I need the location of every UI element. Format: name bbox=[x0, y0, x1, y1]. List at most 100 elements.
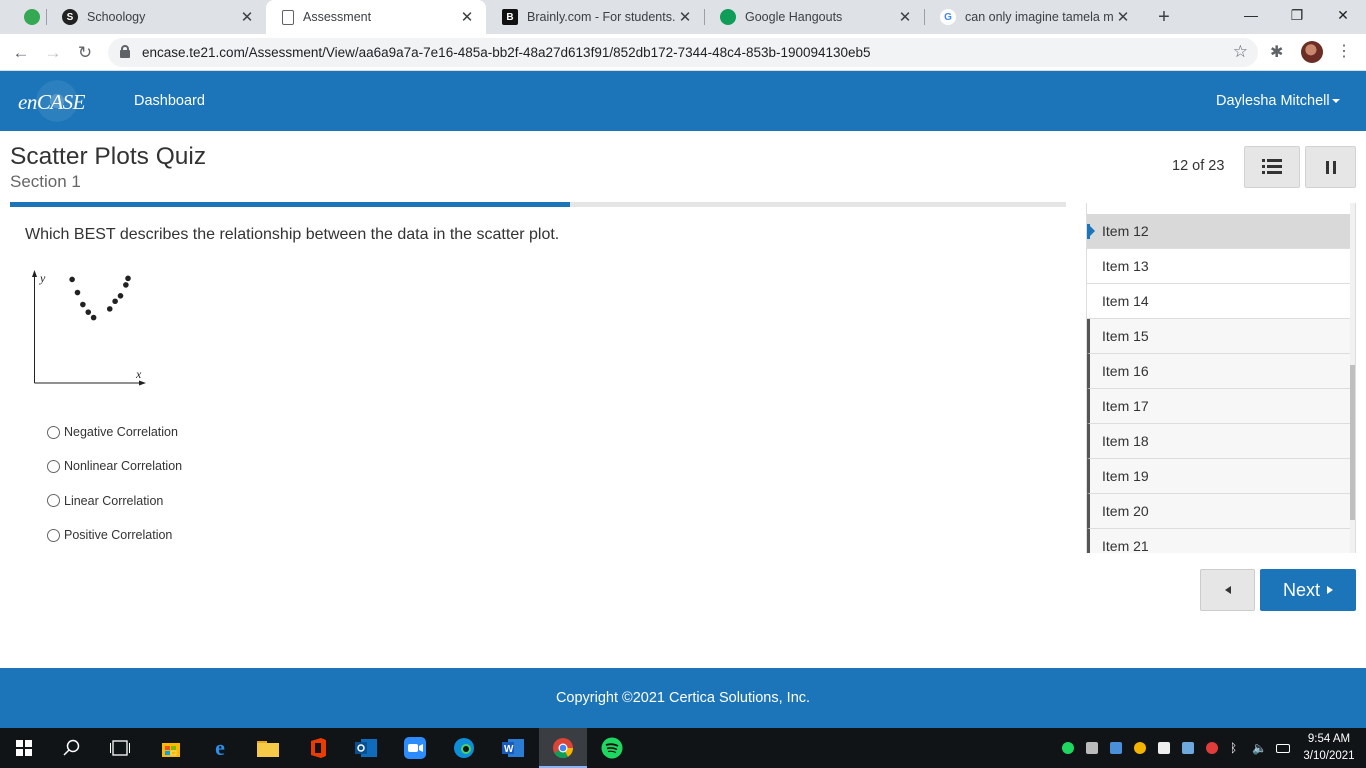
choice-label: Nonlinear Correlation bbox=[64, 459, 183, 474]
classroom-favicon-icon bbox=[24, 9, 40, 25]
tray-printer-icon[interactable] bbox=[1086, 742, 1098, 754]
choice-positive-correlation[interactable]: Positive Correlation bbox=[47, 518, 182, 552]
tab-close-icon[interactable]: ✕ bbox=[238, 8, 256, 26]
tray-app-icon[interactable] bbox=[1134, 742, 1146, 754]
item-list-entry-14[interactable]: Item 14 bbox=[1087, 284, 1351, 319]
radio-button[interactable] bbox=[47, 528, 60, 542]
outlook-icon[interactable] bbox=[354, 736, 378, 760]
taskbar-clock[interactable]: 9:54 AM 3/10/2021 bbox=[1300, 731, 1358, 765]
tray-spotify-icon[interactable] bbox=[1062, 742, 1074, 754]
item-list-entry-19[interactable]: Item 19 bbox=[1087, 459, 1351, 494]
question-text: Which BEST describes the relationship be… bbox=[25, 226, 560, 243]
edge-legacy-icon[interactable]: e bbox=[208, 735, 232, 760]
reload-icon[interactable]: ↻ bbox=[72, 40, 98, 66]
next-label: Next bbox=[1282, 579, 1320, 600]
site-footer: Copyright ©2021 Certica Solutions, Inc. bbox=[0, 668, 1366, 728]
edge-chromium-icon[interactable] bbox=[452, 736, 476, 760]
item-list-entry-15[interactable]: Item 15 bbox=[1087, 319, 1351, 354]
y-axis-label: y bbox=[39, 271, 46, 285]
bookmark-star-icon[interactable]: ☆ bbox=[1233, 42, 1248, 62]
restore-icon[interactable]: ❐ bbox=[1274, 0, 1320, 34]
browser-toolbar: ← → ↻ encase.te21.com/Assessment/View/aa… bbox=[0, 34, 1366, 71]
item-label: Item 17 bbox=[1102, 398, 1149, 414]
tab-google-search[interactable]: G can only imagine tamela man ✕ bbox=[924, 0, 1142, 34]
item-list-entry-16[interactable]: Item 16 bbox=[1087, 354, 1351, 389]
tab-schoology[interactable]: S Schoology ✕ bbox=[46, 0, 266, 34]
tab-hangouts[interactable]: Google Hangouts ✕ bbox=[704, 0, 924, 34]
tab-brainly[interactable]: B Brainly.com - For students. By ✕ bbox=[486, 0, 704, 34]
y-axis-arrow-icon bbox=[32, 270, 37, 277]
windows-start-icon[interactable] bbox=[12, 736, 36, 760]
spotify-icon[interactable] bbox=[600, 736, 624, 760]
bluetooth-icon[interactable]: ᛒ bbox=[1230, 742, 1242, 754]
choice-linear-correlation[interactable]: Linear Correlation bbox=[47, 484, 182, 518]
tab-pinned[interactable] bbox=[8, 0, 48, 34]
item-list-entry-13[interactable]: Item 13 bbox=[1087, 249, 1351, 284]
word-icon[interactable]: W bbox=[501, 736, 525, 760]
office-icon[interactable] bbox=[306, 736, 330, 760]
tray-teams-icon[interactable] bbox=[1110, 742, 1122, 754]
choice-label: Linear Correlation bbox=[64, 493, 164, 508]
new-tab-plus-icon[interactable]: + bbox=[1152, 6, 1176, 28]
tray-security-icon[interactable] bbox=[1206, 742, 1218, 754]
address-bar[interactable]: encase.te21.com/Assessment/View/aa6a9a7a… bbox=[108, 38, 1258, 67]
schoology-favicon-icon: S bbox=[62, 9, 78, 25]
radio-button[interactable] bbox=[47, 459, 60, 473]
profile-avatar[interactable] bbox=[1301, 41, 1323, 63]
tab-close-icon[interactable]: ✕ bbox=[676, 8, 694, 26]
item-label: Item 18 bbox=[1102, 433, 1149, 449]
answer-choices: Negative Correlation Nonlinear Correlati… bbox=[47, 415, 182, 552]
back-arrow-icon[interactable]: ← bbox=[8, 40, 34, 66]
item-label: Item 12 bbox=[1102, 223, 1149, 239]
item-list-entry-21[interactable]: Item 21 bbox=[1087, 529, 1351, 553]
tab-close-icon[interactable]: ✕ bbox=[458, 8, 476, 26]
zoom-icon[interactable] bbox=[403, 736, 427, 760]
brainly-favicon-icon: B bbox=[502, 9, 518, 25]
choice-nonlinear-correlation[interactable]: Nonlinear Correlation bbox=[47, 449, 182, 483]
previous-button[interactable] bbox=[1200, 569, 1255, 611]
radio-button[interactable] bbox=[47, 425, 60, 439]
extensions-puzzle-icon[interactable]: ✱ bbox=[1270, 42, 1283, 62]
item-list-button[interactable] bbox=[1244, 146, 1300, 188]
browser-menu-icon[interactable]: ⋮ bbox=[1336, 40, 1352, 64]
encase-logo[interactable]: enCASE bbox=[18, 76, 92, 126]
item-list-entry-12[interactable]: Item 12 bbox=[1087, 214, 1351, 249]
tab-close-icon[interactable]: ✕ bbox=[1114, 8, 1132, 26]
item-label: Item 19 bbox=[1102, 468, 1149, 484]
item-list-entry-18[interactable]: Item 18 bbox=[1087, 424, 1351, 459]
tab-title: can only imagine tamela man bbox=[965, 10, 1114, 24]
scatter-point bbox=[80, 301, 86, 308]
radio-button[interactable] bbox=[47, 494, 60, 508]
svg-text:W: W bbox=[504, 744, 514, 755]
tab-assessment[interactable]: Assessment ✕ bbox=[266, 0, 486, 34]
minimize-icon[interactable]: — bbox=[1228, 0, 1274, 34]
file-explorer-icon[interactable] bbox=[256, 736, 280, 760]
store-icon[interactable] bbox=[159, 736, 183, 760]
task-view-icon[interactable] bbox=[108, 736, 132, 760]
document-favicon-icon bbox=[282, 9, 294, 25]
next-button[interactable]: Next bbox=[1260, 569, 1356, 611]
item-list-entry-17[interactable]: Item 17 bbox=[1087, 389, 1351, 424]
item-list-scrollbar[interactable] bbox=[1350, 203, 1355, 553]
search-icon[interactable] bbox=[60, 736, 84, 760]
volume-icon[interactable]: 🔈 bbox=[1252, 742, 1267, 754]
choice-negative-correlation[interactable]: Negative Correlation bbox=[47, 415, 182, 449]
forward-arrow-icon[interactable]: → bbox=[40, 40, 66, 66]
pause-button[interactable] bbox=[1305, 146, 1356, 188]
dashboard-link[interactable]: Dashboard bbox=[134, 93, 205, 109]
logo-text: enCASE bbox=[18, 90, 85, 114]
choice-label: Positive Correlation bbox=[64, 528, 173, 543]
user-menu[interactable]: Daylesha Mitchell bbox=[1216, 93, 1340, 109]
chrome-icon[interactable] bbox=[551, 736, 575, 760]
clock-time: 9:54 AM bbox=[1307, 733, 1351, 745]
scrollbar-thumb[interactable] bbox=[1350, 365, 1355, 520]
item-list-entry-20[interactable]: Item 20 bbox=[1087, 494, 1351, 529]
tab-close-icon[interactable]: ✕ bbox=[896, 8, 914, 26]
tray-defender-icon[interactable] bbox=[1182, 742, 1194, 754]
close-window-icon[interactable]: ✕ bbox=[1320, 0, 1366, 34]
tray-slack-icon[interactable] bbox=[1158, 742, 1170, 754]
item-label: Item 16 bbox=[1102, 363, 1149, 379]
item-label: Item 14 bbox=[1102, 293, 1149, 309]
network-icon[interactable] bbox=[1276, 744, 1290, 753]
x-axis-arrow-icon bbox=[139, 380, 146, 386]
